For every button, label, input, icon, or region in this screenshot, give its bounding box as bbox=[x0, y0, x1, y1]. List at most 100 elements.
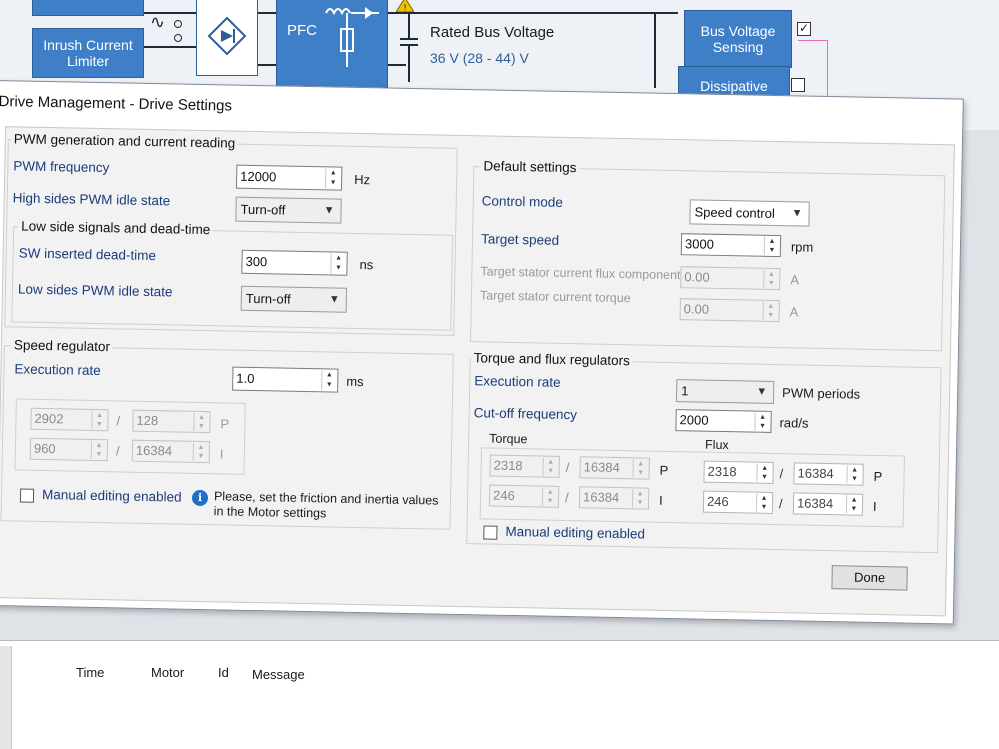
spin-down-icon[interactable]: ▼ bbox=[757, 473, 771, 482]
flux-component-spin-arrows[interactable]: ▲ ▼ bbox=[763, 269, 779, 289]
spin-up-icon[interactable]: ▲ bbox=[756, 413, 770, 422]
spin-down-icon[interactable]: ▼ bbox=[92, 450, 106, 459]
spin-down-icon[interactable]: ▼ bbox=[544, 467, 558, 476]
flux-component-input[interactable]: 0.00 ▲ ▼ bbox=[680, 266, 781, 291]
speed-ki-denominator-input[interactable]: 16384 ▲ ▼ bbox=[131, 439, 211, 464]
sw-dead-time-spin-arrows[interactable]: ▲ ▼ bbox=[330, 253, 346, 274]
spin-arrows[interactable]: ▲ ▼ bbox=[541, 487, 558, 506]
speed-manual-editing-checkbox[interactable] bbox=[19, 488, 35, 503]
spin-up-icon[interactable]: ▲ bbox=[544, 458, 558, 467]
flux-kp-numerator-input[interactable]: 2318 ▲ ▼ bbox=[703, 460, 774, 484]
spin-down-icon[interactable]: ▼ bbox=[633, 498, 647, 507]
spin-arrows[interactable]: ▲ ▼ bbox=[845, 495, 862, 514]
spin-up-icon[interactable]: ▲ bbox=[332, 253, 346, 263]
high-sides-idle-select[interactable]: Turn-off ▼ bbox=[235, 196, 342, 224]
spin-arrows[interactable]: ▲ ▼ bbox=[90, 440, 107, 460]
flux-ki-numerator-input[interactable]: 246 ▲ ▼ bbox=[702, 490, 774, 514]
spin-arrows[interactable]: ▲ ▼ bbox=[192, 442, 209, 462]
torque-flux-title: Torque and flux regulators bbox=[470, 350, 633, 369]
log-panel-gutter bbox=[0, 646, 12, 749]
bus-voltage-sensing-checkbox[interactable]: ✓ bbox=[797, 22, 811, 36]
tf-execution-rate-select[interactable]: 1 ▼ bbox=[675, 379, 775, 404]
rectifier-block[interactable] bbox=[196, 0, 258, 76]
spin-up-icon[interactable]: ▲ bbox=[765, 237, 779, 246]
spin-down-icon[interactable]: ▼ bbox=[764, 279, 778, 288]
spin-arrows[interactable]: ▲ ▼ bbox=[631, 489, 648, 508]
spin-up-icon[interactable]: ▲ bbox=[764, 270, 778, 279]
log-column-message[interactable]: Message bbox=[252, 667, 305, 682]
speed-kp-denominator-input[interactable]: 128 ▲ ▼ bbox=[132, 409, 211, 434]
diagram-wire bbox=[258, 12, 276, 14]
spin-arrows[interactable]: ▲ ▼ bbox=[756, 463, 772, 482]
spin-up-icon[interactable]: ▲ bbox=[322, 370, 336, 380]
spin-arrows[interactable]: ▲ ▼ bbox=[91, 410, 107, 430]
spin-arrows[interactable]: ▲ ▼ bbox=[542, 457, 558, 476]
spin-up-icon[interactable]: ▲ bbox=[634, 459, 648, 468]
sw-dead-time-input[interactable]: 300 ▲ ▼ bbox=[241, 249, 348, 276]
bus-voltage-sensing-block[interactable]: Bus Voltage Sensing bbox=[684, 10, 792, 68]
pfc-block[interactable]: PFC bbox=[276, 0, 388, 88]
done-button[interactable]: Done bbox=[831, 565, 908, 591]
spin-down-icon[interactable]: ▼ bbox=[847, 474, 861, 483]
terminal-icon bbox=[174, 34, 182, 42]
spin-up-icon[interactable]: ▲ bbox=[194, 413, 208, 422]
spin-down-icon[interactable]: ▼ bbox=[755, 422, 769, 431]
pwm-frequency-input[interactable]: 12000 ▲ ▼ bbox=[235, 164, 343, 191]
spin-up-icon[interactable]: ▲ bbox=[92, 441, 106, 450]
spin-arrows[interactable]: ▲ ▼ bbox=[846, 465, 862, 484]
target-speed-input[interactable]: 3000 ▲ ▼ bbox=[680, 233, 782, 258]
speed-execution-rate-input[interactable]: 1.0 ▲ ▼ bbox=[232, 366, 339, 393]
spin-down-icon[interactable]: ▼ bbox=[194, 422, 208, 431]
log-column-time[interactable]: Time bbox=[76, 665, 104, 680]
top-left-block[interactable] bbox=[32, 0, 144, 16]
spin-up-icon[interactable]: ▲ bbox=[758, 464, 772, 473]
speed-execution-rate-spin-arrows[interactable]: ▲ ▼ bbox=[321, 370, 337, 391]
spin-down-icon[interactable]: ▼ bbox=[764, 311, 778, 320]
torque-kp-denominator-input[interactable]: 16384 ▲ ▼ bbox=[579, 456, 650, 480]
target-torque-input[interactable]: 0.00 ▲ ▼ bbox=[679, 298, 780, 323]
spin-up-icon[interactable]: ▲ bbox=[92, 411, 106, 420]
pwm-frequency-spin-arrows[interactable]: ▲ ▼ bbox=[324, 168, 341, 189]
spin-up-icon[interactable]: ▲ bbox=[848, 465, 862, 474]
spin-down-icon[interactable]: ▼ bbox=[322, 380, 336, 390]
speed-ki-numerator-value: 960 bbox=[33, 440, 56, 457]
cutoff-frequency-spin-arrows[interactable]: ▲ ▼ bbox=[754, 412, 770, 431]
spin-up-icon[interactable]: ▲ bbox=[543, 488, 557, 497]
torque-kp-numerator-input[interactable]: 2318 ▲ ▼ bbox=[489, 454, 560, 478]
low-side-group: Low side signals and dead-time SW insert… bbox=[11, 218, 454, 331]
spin-down-icon[interactable]: ▼ bbox=[765, 246, 779, 255]
flux-kp-denominator-input[interactable]: 16384 ▲ ▼ bbox=[793, 462, 864, 486]
log-column-id[interactable]: Id bbox=[218, 665, 229, 680]
spin-arrows[interactable]: ▲ ▼ bbox=[193, 412, 209, 432]
spin-down-icon[interactable]: ▼ bbox=[326, 178, 340, 188]
spin-up-icon[interactable]: ▲ bbox=[764, 302, 778, 311]
spin-down-icon[interactable]: ▼ bbox=[543, 497, 557, 506]
spin-down-icon[interactable]: ▼ bbox=[757, 503, 771, 512]
spin-arrows[interactable]: ▲ ▼ bbox=[755, 493, 772, 512]
spin-up-icon[interactable]: ▲ bbox=[326, 168, 340, 178]
spin-up-icon[interactable]: ▲ bbox=[194, 443, 208, 452]
spin-up-icon[interactable]: ▲ bbox=[757, 494, 771, 503]
flux-ki-denominator-input[interactable]: 16384 ▲ ▼ bbox=[792, 492, 864, 516]
spin-down-icon[interactable]: ▼ bbox=[92, 420, 106, 429]
target-speed-unit: rpm bbox=[790, 239, 814, 255]
spin-arrows[interactable]: ▲ ▼ bbox=[632, 459, 648, 478]
log-column-motor[interactable]: Motor bbox=[151, 665, 184, 680]
tf-manual-editing-checkbox[interactable] bbox=[483, 525, 498, 540]
torque-ki-numerator-input[interactable]: 246 ▲ ▼ bbox=[488, 484, 560, 508]
spin-up-icon[interactable]: ▲ bbox=[633, 489, 647, 498]
inrush-current-limiter-block[interactable]: Inrush Current Limiter bbox=[32, 28, 144, 78]
spin-up-icon[interactable]: ▲ bbox=[847, 495, 861, 504]
spin-down-icon[interactable]: ▼ bbox=[194, 452, 208, 461]
spin-down-icon[interactable]: ▼ bbox=[847, 504, 861, 513]
spin-down-icon[interactable]: ▼ bbox=[633, 468, 647, 477]
target-speed-spin-arrows[interactable]: ▲ ▼ bbox=[763, 236, 780, 256]
low-sides-idle-select[interactable]: Turn-off ▼ bbox=[240, 285, 348, 313]
torque-ki-denominator-input[interactable]: 16384 ▲ ▼ bbox=[578, 486, 650, 510]
control-mode-select[interactable]: Speed control ▼ bbox=[689, 199, 810, 227]
spin-down-icon[interactable]: ▼ bbox=[331, 263, 345, 273]
speed-ki-numerator-input[interactable]: 960 ▲ ▼ bbox=[29, 437, 109, 462]
cutoff-frequency-input[interactable]: 2000 ▲ ▼ bbox=[675, 409, 772, 433]
speed-kp-numerator-input[interactable]: 2902 ▲ ▼ bbox=[30, 407, 109, 432]
target-torque-spin-arrows[interactable]: ▲ ▼ bbox=[762, 301, 778, 321]
